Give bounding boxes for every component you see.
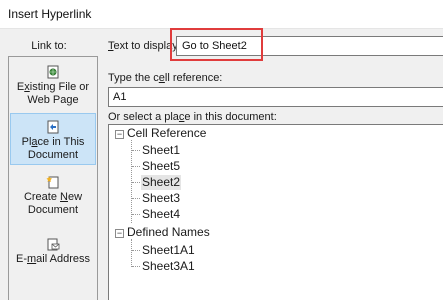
collapse-defined-names-icon[interactable]: − bbox=[115, 229, 124, 238]
cell-reference-label: Type the cell reference: bbox=[108, 72, 223, 84]
place-in-document-label-line2: Document bbox=[27, 149, 79, 161]
document-place-tree[interactable]: − Cell Reference Sheet1 Sheet5 Sheet2 Sh… bbox=[108, 124, 443, 300]
tree-group-cell-reference[interactable]: Cell Reference bbox=[127, 126, 206, 141]
tree-group-defined-names[interactable]: Defined Names bbox=[127, 225, 210, 240]
place-in-document-label: Or select a place in this document: bbox=[108, 111, 277, 123]
link-to-place-in-document-button[interactable]: Place in This Document bbox=[10, 113, 96, 165]
tree-item-sheet2[interactable]: Sheet2 bbox=[141, 175, 182, 190]
place-in-document-label-line1: Place in This bbox=[21, 136, 85, 148]
text-to-display-input[interactable] bbox=[176, 36, 443, 56]
cell-reference-input[interactable] bbox=[108, 87, 443, 107]
tree-item-sheet4[interactable]: Sheet4 bbox=[142, 207, 180, 222]
tree-connector bbox=[132, 266, 140, 267]
collapse-cell-reference-icon[interactable]: − bbox=[115, 130, 124, 139]
dialog-title: Insert Hyperlink bbox=[8, 7, 92, 21]
existing-file-icon bbox=[46, 65, 60, 79]
create-new-document-label-line2: Document bbox=[27, 204, 79, 216]
tree-item-sheet1[interactable]: Sheet1 bbox=[142, 143, 180, 158]
title-bar: Insert Hyperlink bbox=[0, 0, 443, 29]
text-to-display-label: Text to display: bbox=[108, 40, 181, 52]
link-to-label: Link to: bbox=[31, 40, 67, 52]
tree-connector bbox=[132, 250, 140, 251]
create-new-document-label-line1: Create New bbox=[23, 191, 83, 203]
tree-item-sheet3[interactable]: Sheet3 bbox=[142, 191, 180, 206]
link-to-email-address-button[interactable]: E-mail Address bbox=[10, 237, 96, 271]
tree-connector bbox=[132, 214, 140, 215]
email-address-icon bbox=[46, 237, 60, 251]
tree-connector bbox=[132, 182, 140, 183]
existing-file-label-line2: Web Page bbox=[27, 94, 79, 106]
tree-connector bbox=[132, 166, 140, 167]
insert-hyperlink-dialog: Insert Hyperlink Link to: Existing File … bbox=[0, 0, 443, 300]
create-new-document-icon bbox=[46, 175, 60, 189]
tree-connector bbox=[132, 150, 140, 151]
email-address-label: E-mail Address bbox=[16, 253, 90, 265]
existing-file-label-line1: Existing File or bbox=[16, 81, 90, 93]
link-to-create-new-document-button[interactable]: Create New Document bbox=[10, 175, 96, 221]
tree-connector bbox=[131, 239, 132, 267]
link-to-existing-file-button[interactable]: Existing File or Web Page bbox=[10, 65, 96, 111]
link-to-sidebar: Existing File or Web Page Place in This … bbox=[8, 56, 98, 300]
tree-item-sheet3a1[interactable]: Sheet3A1 bbox=[142, 259, 195, 274]
place-in-document-icon bbox=[46, 120, 60, 134]
tree-connector bbox=[132, 198, 140, 199]
tree-item-sheet5[interactable]: Sheet5 bbox=[142, 159, 180, 174]
tree-item-sheet1a1[interactable]: Sheet1A1 bbox=[142, 243, 195, 258]
